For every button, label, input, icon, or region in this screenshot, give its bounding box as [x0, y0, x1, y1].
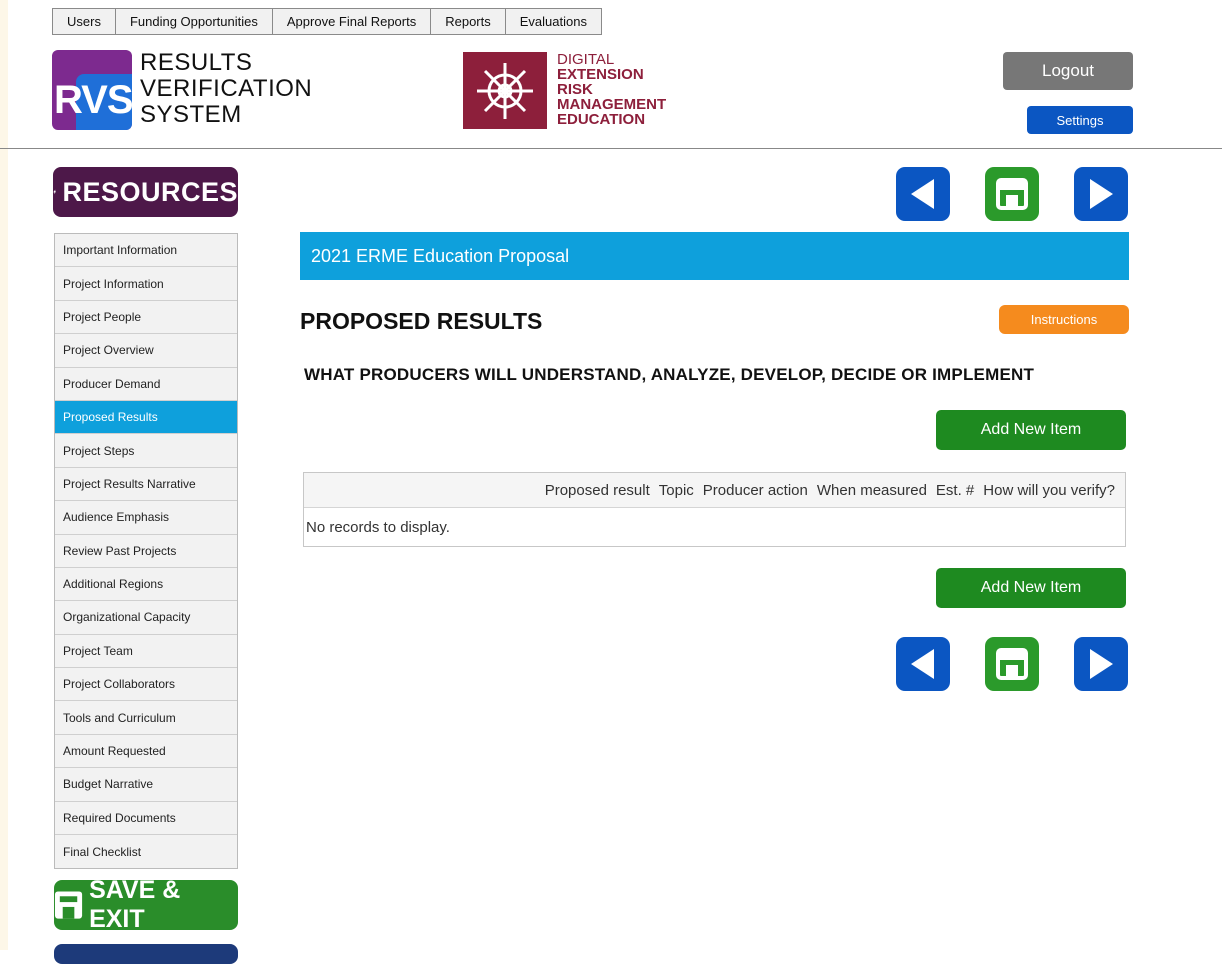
- grid-column-header[interactable]: Proposed result: [545, 482, 650, 499]
- next-page-button[interactable]: [1074, 167, 1128, 221]
- sidebar-menu: Important Information Project Informatio…: [54, 233, 238, 870]
- sidebar-item-project-overview[interactable]: Project Overview: [55, 334, 237, 368]
- nav-reports[interactable]: Reports: [431, 9, 506, 34]
- sidebar-item-additional-regions[interactable]: Additional Regions: [55, 568, 237, 602]
- proposed-results-grid: Proposed result Topic Producer action Wh…: [303, 472, 1126, 547]
- save-page-button-bottom[interactable]: [985, 637, 1039, 691]
- sidebar-item-proposed-results[interactable]: Proposed Results: [55, 400, 237, 435]
- grid-column-header[interactable]: Est. #: [936, 482, 974, 499]
- settings-button[interactable]: Settings: [1027, 106, 1133, 134]
- sidebar-extra-button[interactable]: [54, 944, 238, 964]
- sidebar-item-project-results-narrative[interactable]: Project Results Narrative: [55, 468, 237, 502]
- sidebar-item-project-collaborators[interactable]: Project Collaborators: [55, 668, 237, 702]
- lightning-bolt-icon: [53, 189, 57, 195]
- instructions-button[interactable]: Instructions: [999, 305, 1129, 334]
- proposal-title-bar: 2021 ERME Education Proposal: [300, 232, 1129, 280]
- sidebar-item-tools-and-curriculum[interactable]: Tools and Curriculum: [55, 701, 237, 735]
- rvs-logo[interactable]: RVS: [52, 50, 132, 130]
- page-title: PROPOSED RESULTS: [300, 308, 543, 334]
- sidebar-item-producer-demand[interactable]: Producer Demand: [55, 368, 237, 401]
- save-and-exit-button[interactable]: SAVE & EXIT: [54, 876, 238, 933]
- derme-line: MANAGEMENT: [557, 96, 667, 113]
- triangle-right-icon: [1090, 649, 1113, 679]
- sidebar-item-project-team[interactable]: Project Team: [55, 635, 237, 669]
- resources-label: RESOURCES: [62, 176, 238, 207]
- left-gutter: [0, 0, 8, 950]
- floppy-disk-icon: [996, 178, 1028, 210]
- nav-approve-final-reports[interactable]: Approve Final Reports: [273, 9, 432, 34]
- next-page-button-bottom[interactable]: [1074, 637, 1128, 691]
- sidebar-item-amount-requested[interactable]: Amount Requested: [55, 735, 237, 769]
- rvs-title-line: RESULTS: [140, 49, 253, 76]
- derme-line: DIGITAL: [557, 51, 615, 68]
- grid-empty-message: No records to display.: [306, 518, 450, 536]
- sidebar-item-review-past-projects[interactable]: Review Past Projects: [55, 535, 237, 568]
- triangle-right-icon: [1090, 179, 1113, 209]
- previous-page-button[interactable]: [896, 167, 950, 221]
- grid-header-row: Proposed result Topic Producer action Wh…: [304, 473, 1125, 508]
- sidebar-item-audience-emphasis[interactable]: Audience Emphasis: [55, 501, 237, 535]
- rvs-logo-letters: RVS: [54, 78, 132, 122]
- triangle-left-icon: [911, 649, 934, 679]
- ship-wheel-icon: [477, 62, 533, 119]
- floppy-disk-icon: [996, 648, 1028, 680]
- rvs-title: RESULTS VERIFICATION SYSTEM: [140, 50, 312, 128]
- sidebar-item-budget-narrative[interactable]: Budget Narrative: [55, 768, 237, 802]
- header-divider: [0, 148, 1222, 149]
- sidebar-item-final-checklist[interactable]: Final Checklist: [55, 835, 237, 868]
- derme-ship-wheel-logo: [463, 52, 547, 129]
- sidebar-item-project-steps[interactable]: Project Steps: [55, 434, 237, 468]
- sidebar-item-organizational-capacity[interactable]: Organizational Capacity: [55, 601, 237, 635]
- sidebar-item-project-people[interactable]: Project People: [55, 301, 237, 335]
- grid-column-header[interactable]: When measured: [817, 482, 927, 499]
- save-and-exit-label: SAVE & EXIT: [89, 876, 181, 933]
- nav-evaluations[interactable]: Evaluations: [506, 9, 601, 34]
- sidebar-item-important-information[interactable]: Important Information: [55, 234, 237, 268]
- rvs-title-line: SYSTEM: [140, 101, 242, 128]
- section-heading: WHAT PRODUCERS WILL UNDERSTAND, ANALYZE,…: [304, 365, 1035, 384]
- add-new-item-button[interactable]: Add New Item: [936, 410, 1126, 450]
- resources-button[interactable]: RESOURCES: [53, 167, 238, 217]
- floppy-disk-icon: [54, 891, 83, 919]
- rvs-title-line: VERIFICATION: [140, 75, 313, 102]
- triangle-left-icon: [911, 179, 934, 209]
- derme-line: RISK: [557, 81, 593, 98]
- sidebar-item-project-information[interactable]: Project Information: [55, 267, 237, 301]
- derme-wordmark: DIGITAL EXTENSION RISK MANAGEMENT EDUCAT…: [557, 52, 666, 127]
- derme-line: EDUCATION: [557, 111, 646, 128]
- grid-column-header[interactable]: Topic: [659, 482, 694, 499]
- nav-funding-opportunities[interactable]: Funding Opportunities: [116, 9, 273, 34]
- previous-page-button-bottom[interactable]: [896, 637, 950, 691]
- derme-line: EXTENSION: [557, 66, 644, 83]
- add-new-item-button-bottom[interactable]: Add New Item: [936, 568, 1126, 608]
- nav-users[interactable]: Users: [53, 9, 116, 34]
- top-nav: Users Funding Opportunities Approve Fina…: [52, 8, 602, 35]
- logout-button[interactable]: Logout: [1003, 52, 1133, 90]
- grid-column-header[interactable]: Producer action: [703, 482, 808, 499]
- sidebar-item-required-documents[interactable]: Required Documents: [55, 802, 237, 836]
- grid-column-header[interactable]: How will you verify?: [983, 482, 1115, 499]
- save-page-button[interactable]: [985, 167, 1039, 221]
